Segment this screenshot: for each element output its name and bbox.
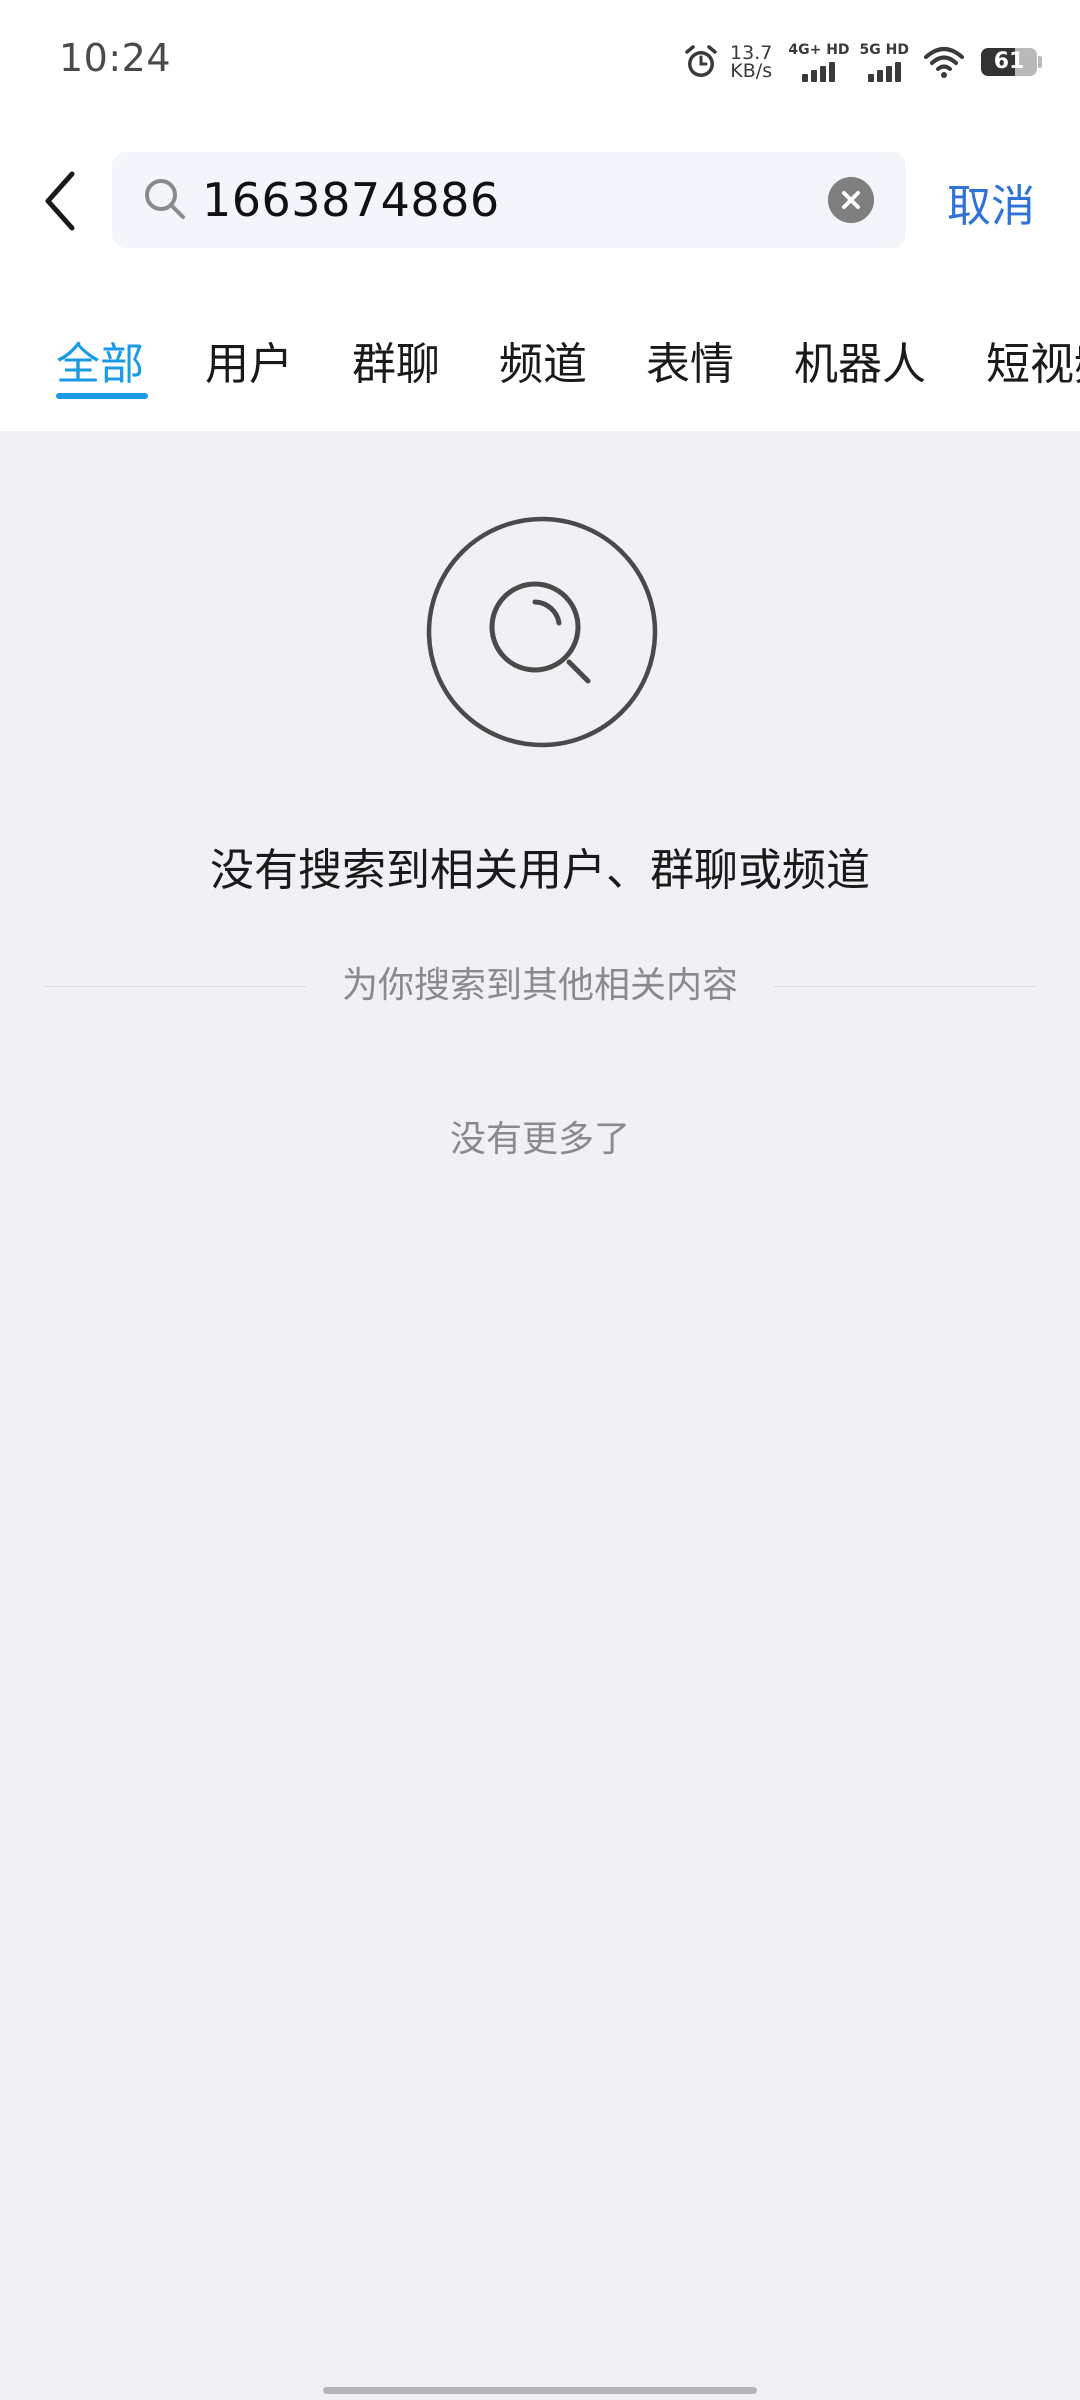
sim1-signal: 4G+ HD — [788, 42, 850, 82]
signal-bars-icon — [867, 60, 901, 82]
search-input[interactable]: 1663874886 — [202, 152, 500, 248]
active-tab-indicator — [56, 393, 148, 399]
home-indicator[interactable] — [323, 2387, 757, 2394]
clear-search-icon[interactable] — [828, 177, 874, 223]
tab-groups[interactable]: 群聊 — [352, 328, 440, 392]
status-time: 10:24 — [59, 36, 172, 80]
wifi-icon — [924, 47, 964, 78]
search-icon — [145, 179, 185, 219]
alarm-clock-icon — [685, 45, 717, 77]
category-tabs: 全部 用户 群聊 频道 表情 机器人 短视频 — [0, 318, 1080, 408]
related-divider: 为你搜索到其他相关内容 — [44, 960, 1036, 1012]
tab-stickers[interactable]: 表情 — [646, 328, 734, 392]
search-box[interactable]: 1663874886 — [112, 152, 906, 248]
sim2-signal: 5G HD — [860, 42, 909, 82]
back-arrow-icon[interactable] — [38, 168, 88, 234]
tab-short-videos[interactable]: 短视频 — [986, 328, 1080, 392]
tab-bots[interactable]: 机器人 — [794, 328, 926, 392]
tab-users[interactable]: 用户 — [205, 328, 293, 392]
empty-search-icon — [426, 516, 658, 748]
battery-icon: 61 — [981, 48, 1037, 76]
network-speed-unit: KB/s — [730, 60, 773, 82]
no-more-text: 没有更多了 — [449, 1119, 630, 1160]
battery-level: 61 — [993, 49, 1025, 74]
signal-bars-icon — [802, 60, 836, 82]
empty-state-title: 没有搜索到相关用户、群聊或频道 — [210, 845, 870, 896]
tab-all[interactable]: 全部 — [56, 328, 144, 392]
sim1-label: 4G+ HD — [788, 42, 850, 58]
cancel-button[interactable]: 取消 — [947, 170, 1035, 234]
status-icons: 13.7 KB/s 4G+ HD 5G HD 61 — [682, 36, 1042, 88]
tab-channels[interactable]: 频道 — [499, 328, 587, 392]
sim2-label: 5G HD — [859, 42, 909, 58]
related-divider-text: 为你搜索到其他相关内容 — [341, 965, 738, 1006]
network-speed: 13.7 KB/s — [730, 44, 773, 82]
battery-cap — [1038, 56, 1042, 68]
